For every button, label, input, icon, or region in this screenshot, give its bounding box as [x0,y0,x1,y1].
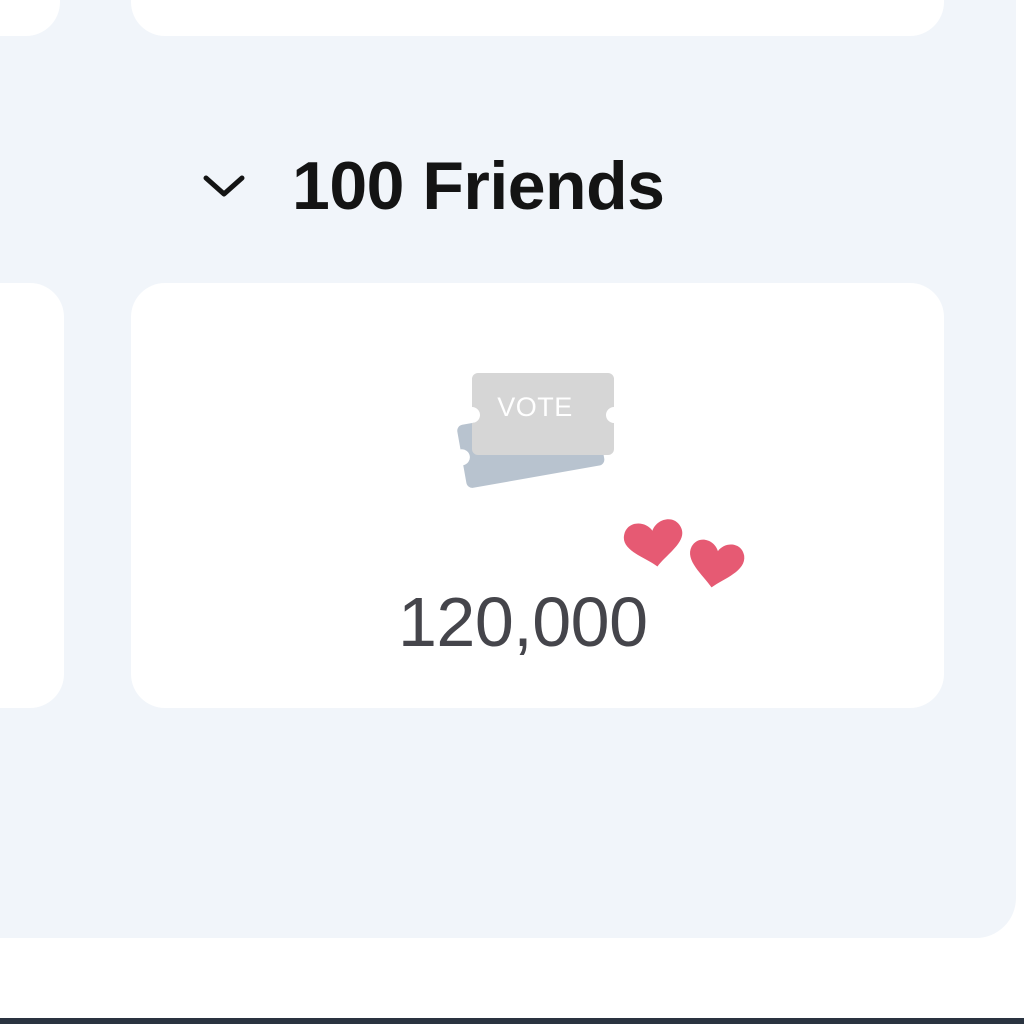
chevron-down-icon[interactable] [200,166,252,206]
card-top-right[interactable] [131,0,944,36]
ticket-label: VOTE [497,392,573,422]
section-header[interactable]: 100 Friends [200,146,665,226]
section-title: 100 Friends [292,148,665,224]
vote-ticket-icon: VOTE [452,370,622,490]
card-mid-left[interactable] [0,283,64,708]
bottom-bar [0,1018,1024,1024]
card-top-left[interactable] [0,0,60,36]
reward-amount: 120,000 [398,583,648,661]
